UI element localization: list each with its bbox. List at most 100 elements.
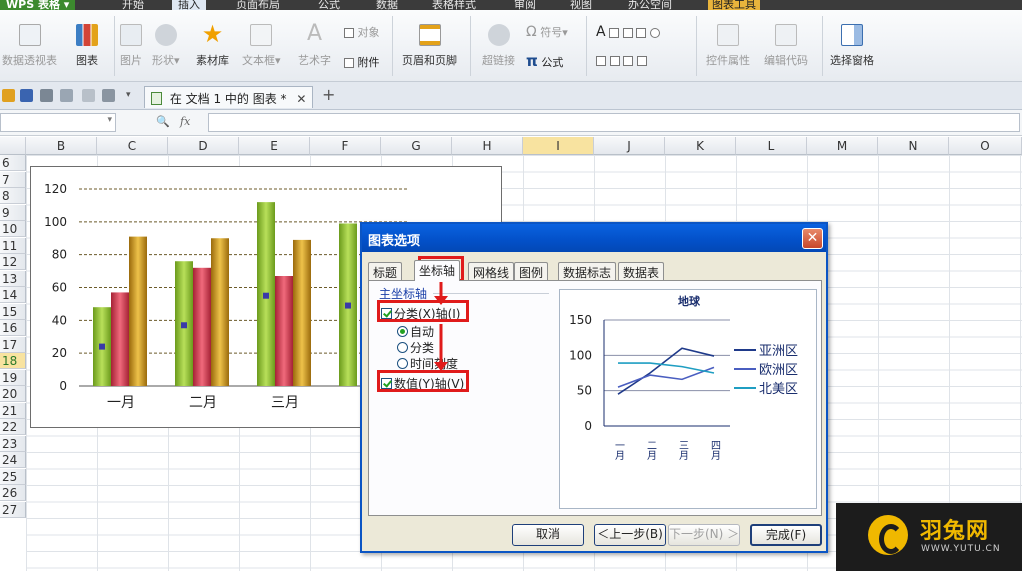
tab-insert[interactable]: 插入: [172, 0, 206, 10]
attachment-button[interactable]: 附件: [344, 54, 380, 70]
hyperlink-button[interactable]: 超链接: [482, 24, 515, 68]
wordart-button[interactable]: A 艺术字: [298, 23, 331, 68]
column-header-h[interactable]: H: [452, 137, 523, 155]
tab-legend[interactable]: 图例: [514, 262, 549, 280]
x-tick-label: 三月: [677, 440, 689, 461]
object-button[interactable]: 对象: [344, 24, 380, 40]
row-header-21[interactable]: 21: [0, 402, 26, 419]
tab-review[interactable]: 审阅: [514, 0, 536, 10]
column-header-e[interactable]: E: [239, 137, 310, 155]
row-header-23[interactable]: 23: [0, 435, 26, 452]
formula-input[interactable]: [208, 113, 1020, 132]
row-header-16[interactable]: 16: [0, 320, 26, 336]
column-header-j[interactable]: J: [594, 137, 665, 155]
textbox-icon: [250, 24, 273, 46]
close-tab-icon[interactable]: ✕: [296, 92, 306, 106]
tab-view[interactable]: 视图: [570, 0, 592, 10]
tab-gridlines[interactable]: 网格线: [468, 262, 515, 280]
column-header-d[interactable]: D: [168, 137, 239, 155]
prev-step-button[interactable]: ＜上一步(B): [594, 524, 666, 546]
column-header-o[interactable]: O: [949, 137, 1022, 155]
row-header-10[interactable]: 10: [0, 221, 26, 237]
print-icon[interactable]: [40, 89, 53, 102]
row-header-7[interactable]: 7: [0, 171, 26, 188]
column-header-k[interactable]: K: [665, 137, 736, 155]
header-footer-button[interactable]: 页眉和页脚: [402, 24, 457, 68]
close-icon[interactable]: ✕: [802, 228, 823, 249]
pivot-table-button[interactable]: 数据透视表: [2, 24, 57, 68]
column-header-i[interactable]: I: [523, 137, 594, 155]
row-header-13[interactable]: 13: [0, 270, 26, 287]
tab-page-layout[interactable]: 页面布局: [236, 0, 280, 10]
formula-button[interactable]: π 公式: [526, 52, 563, 70]
row-header-20[interactable]: 20: [0, 386, 26, 402]
row-header-8[interactable]: 8: [0, 188, 26, 204]
tab-data-labels[interactable]: 数据标志: [558, 262, 617, 280]
chart-button[interactable]: 图表: [76, 24, 98, 68]
auto-radio[interactable]: 自动: [397, 323, 434, 340]
pi-icon: π: [526, 52, 538, 70]
row-header-11[interactable]: 11: [0, 237, 26, 254]
column-header-l[interactable]: L: [736, 137, 807, 155]
column-header-m[interactable]: M: [807, 137, 878, 155]
open-folder-icon[interactable]: [2, 89, 15, 102]
undo-icon[interactable]: [82, 89, 95, 102]
row-header-24[interactable]: 24: [0, 452, 26, 468]
row-header-18[interactable]: 18: [0, 353, 26, 369]
y-tick-label: 0: [584, 419, 592, 433]
row-header-26[interactable]: 26: [0, 485, 26, 501]
fx-icon[interactable]: fx: [180, 115, 190, 128]
redo-icon[interactable]: [102, 89, 115, 102]
material-library-button[interactable]: ★ 素材库: [196, 22, 229, 68]
column-header-c[interactable]: C: [97, 137, 168, 155]
name-box[interactable]: ▾: [0, 113, 116, 132]
app-menu-button[interactable]: WPS 表格 ▾: [0, 0, 76, 10]
tab-data[interactable]: 数据: [376, 0, 398, 10]
row-header-6[interactable]: 6: [0, 155, 26, 171]
picture-button[interactable]: 图片: [120, 24, 142, 68]
column-header-g[interactable]: G: [381, 137, 452, 155]
row-header-12[interactable]: 12: [0, 254, 26, 270]
customize-chevron-icon[interactable]: ▾: [126, 89, 139, 102]
finish-button[interactable]: 完成(F): [750, 524, 822, 546]
edit-code-button[interactable]: 编辑代码: [764, 24, 808, 68]
category-radio[interactable]: 分类: [397, 339, 434, 356]
textbox-button[interactable]: 文本框▾: [242, 24, 281, 68]
symbol-button[interactable]: Ω 符号▾: [526, 24, 568, 40]
tab-home[interactable]: 开始: [122, 0, 144, 10]
bar: [211, 238, 229, 386]
tab-table-style[interactable]: 表格样式: [432, 0, 476, 10]
row-header-17[interactable]: 17: [0, 336, 26, 353]
category-axis-highlight: [377, 300, 469, 322]
tab-title[interactable]: 标题: [368, 262, 403, 280]
shape-button[interactable]: 形状▾: [152, 24, 180, 68]
next-step-button[interactable]: 下一步(N) ＞: [668, 524, 740, 546]
tab-axes[interactable]: 坐标轴: [414, 260, 461, 281]
row-header-9[interactable]: 9: [0, 204, 26, 221]
chevron-down-icon[interactable]: ▾: [107, 115, 112, 125]
select-all-corner[interactable]: [0, 137, 26, 155]
row-header-25[interactable]: 25: [0, 468, 26, 485]
form-controls-row-2[interactable]: [596, 54, 647, 67]
new-tab-icon[interactable]: +: [322, 85, 335, 104]
column-header-f[interactable]: F: [310, 137, 381, 155]
tab-formulas[interactable]: 公式: [318, 0, 340, 10]
tab-office-space[interactable]: 办公空间: [628, 0, 672, 10]
tab-chart-tools[interactable]: 图表工具: [708, 0, 760, 10]
document-tab[interactable]: 在 文档 1 中的 图表 * ✕: [144, 86, 314, 108]
row-header-14[interactable]: 14: [0, 287, 26, 303]
column-header-b[interactable]: B: [26, 137, 97, 155]
form-controls-row-1[interactable]: A: [596, 24, 660, 40]
tab-data-table[interactable]: 数据表: [618, 262, 665, 280]
selection-pane-button[interactable]: 选择窗格: [830, 24, 874, 68]
row-header-22[interactable]: 22: [0, 419, 26, 435]
row-header-27[interactable]: 27: [0, 501, 26, 518]
column-header-n[interactable]: N: [878, 137, 949, 155]
cancel-button[interactable]: 取消: [512, 524, 584, 546]
row-header-19[interactable]: 19: [0, 369, 26, 386]
print-preview-icon[interactable]: [60, 89, 73, 102]
zoom-icon[interactable]: 🔍: [156, 115, 170, 128]
control-properties-button[interactable]: 控件属性: [706, 24, 750, 68]
save-icon[interactable]: [20, 89, 33, 102]
row-header-15[interactable]: 15: [0, 303, 26, 320]
